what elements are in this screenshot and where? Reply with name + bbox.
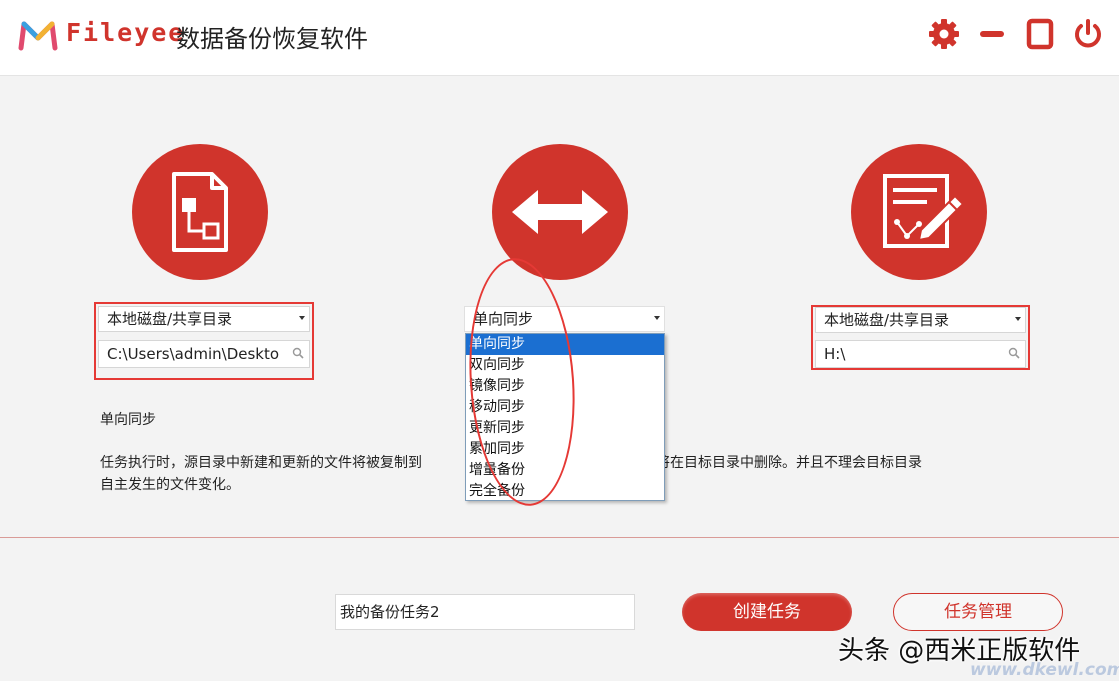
create-task-button[interactable]: 创建任务 [682,593,852,631]
minimize-button[interactable] [974,16,1010,52]
task-name-input[interactable]: 我的备份任务2 [335,594,635,630]
source-path-value: C:\Users\admin\Deskto [107,345,280,363]
minus-icon [980,31,1004,37]
document-structure-icon [172,172,228,252]
close-button[interactable] [1070,16,1106,52]
app-title: 数据备份恢复软件 [176,25,368,53]
target-type-value: 本地磁盘/共享目录 [824,311,950,329]
chevron-down-icon [299,316,305,320]
task-name-value: 我的备份任务2 [340,603,440,621]
source-path-input[interactable]: C:\Users\admin\Deskto [98,340,310,368]
description-text-left: 任务执行时，源目录中新建和更新的文件将被复制到 [100,455,422,471]
mode-description-title: 单向同步 [100,412,156,428]
settings-button[interactable] [926,16,962,52]
target-circle[interactable] [851,144,987,280]
fileyee-logo-icon [18,21,58,51]
dropdown-option[interactable]: 完全备份 [466,481,664,502]
square-icon [1026,18,1054,50]
brand-name: Fileyee [66,18,186,47]
target-type-select[interactable]: 本地磁盘/共享目录 [815,307,1026,333]
source-type-select[interactable]: 本地磁盘/共享目录 [98,306,310,332]
source-type-value: 本地磁盘/共享目录 [107,310,233,328]
watermark-caption: 头条 @西米正版软件 [838,636,1081,666]
power-icon [1075,19,1101,48]
source-circle[interactable] [132,144,268,280]
search-icon[interactable] [291,346,305,360]
gear-icon [929,19,959,49]
search-icon[interactable] [1007,346,1021,360]
maximize-button[interactable] [1022,16,1058,52]
edit-document-icon [883,174,965,248]
target-path-value: H:\ [824,345,846,363]
section-divider [0,537,1119,538]
chevron-down-icon [654,316,660,320]
task-manage-button[interactable]: 任务管理 [893,593,1063,631]
chevron-down-icon [1015,317,1021,321]
title-bar: Fileyee 数据备份恢复软件 [0,0,1119,76]
target-path-input[interactable]: H:\ [815,340,1026,368]
